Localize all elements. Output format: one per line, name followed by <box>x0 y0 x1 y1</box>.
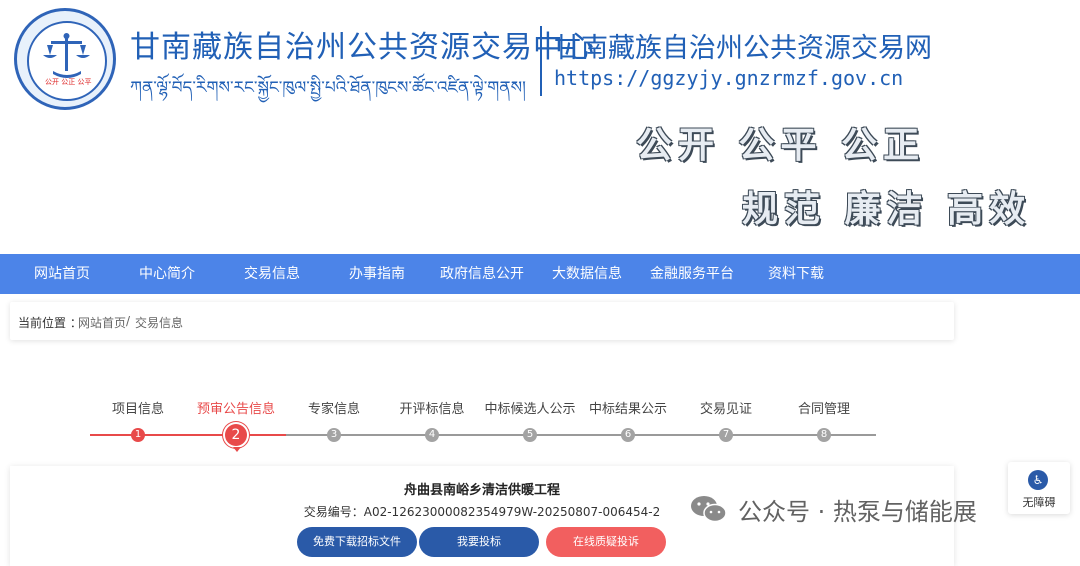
scales-icon <box>43 33 90 78</box>
title-divider <box>540 26 542 96</box>
slogan-line-2: 规范 廉洁 高效 <box>742 188 1032 230</box>
step-label-prequalification[interactable]: 预审公告信息 <box>197 398 275 417</box>
watermark-text: 公众号 · 热泵与储能展 <box>738 498 977 526</box>
step-label-project-info[interactable]: 项目信息 <box>112 398 164 417</box>
breadcrumb: 当前位置 ： 网站首页 / 交易信息 <box>10 302 954 340</box>
logo-motto: 公开 公正 公平 <box>45 78 92 86</box>
breadcrumb-prefix: 当前位置 ： <box>18 316 82 330</box>
step-label-bid-opening[interactable]: 开评标信息 <box>399 398 464 417</box>
step-marker-5[interactable]: 5 <box>523 428 537 442</box>
nav-item-guide[interactable]: 办事指南 <box>349 254 405 294</box>
nav-item-gov-info[interactable]: 政府信息公开 <box>440 254 524 294</box>
step-marker-8[interactable]: 8 <box>817 428 831 442</box>
step-label-witness[interactable]: 交易见证 <box>700 398 752 417</box>
bid-button[interactable]: 我要投标 <box>419 527 539 557</box>
step-label-contract[interactable]: 合同管理 <box>798 398 850 417</box>
step-label-candidates[interactable]: 中标候选人公示 <box>484 398 575 417</box>
site-header: 公开 公正 公平 甘南藏族自治州公共资源交易中心 ཀན་ལྷོ་བོད་རིགས… <box>0 0 1080 254</box>
accessibility-label: 无障碍 <box>1022 496 1056 509</box>
step-marker-3[interactable]: 3 <box>327 428 341 442</box>
step-marker-7[interactable]: 7 <box>719 428 733 442</box>
nav-item-downloads[interactable]: 资料下载 <box>768 254 824 294</box>
nav-item-about[interactable]: 中心简介 <box>139 254 195 294</box>
step-label-award-result[interactable]: 中标结果公示 <box>589 398 667 417</box>
center-title-tibetan: ཀན་ལྷོ་བོད་རིགས་རང་སྐྱོང་ཁུལ་སྤྱི་པའི་ཐོ… <box>130 78 526 98</box>
step-marker-2[interactable]: 2 <box>225 424 247 446</box>
site-name: 甘南藏族自治州公共资源交易网 <box>554 33 932 64</box>
step-marker-4[interactable]: 4 <box>425 428 439 442</box>
slogan-line-1: 公开 公平 公正 <box>636 124 926 166</box>
breadcrumb-home[interactable]: 网站首页 <box>78 314 126 331</box>
online-complaint-button[interactable]: 在线质疑投诉 <box>546 527 666 557</box>
center-title: 甘南藏族自治州公共资源交易中心 <box>130 30 595 65</box>
nav-item-finance[interactable]: 金融服务平台 <box>650 254 734 294</box>
site-url[interactable]: https://ggzyjy.gnzrmzf.gov.cn <box>554 66 903 90</box>
breadcrumb-current[interactable]: 交易信息 <box>135 314 183 331</box>
nav-item-home[interactable]: 网站首页 <box>34 254 90 294</box>
accessibility-button[interactable]: ♿ 无障碍 <box>1008 462 1070 514</box>
progress-line-done <box>90 434 286 436</box>
step-marker-1[interactable]: 1 <box>131 428 145 442</box>
nav-item-big-data[interactable]: 大数据信息 <box>552 254 622 294</box>
wheelchair-icon: ♿ <box>1028 470 1048 490</box>
nav-item-trading-info[interactable]: 交易信息 <box>244 254 300 294</box>
step-label-experts[interactable]: 专家信息 <box>308 398 360 417</box>
progress-line-pending <box>286 434 876 436</box>
center-logo[interactable]: 公开 公正 公平 <box>14 8 116 110</box>
main-nav: 网站首页 中心简介 交易信息 办事指南 政府信息公开 大数据信息 金融服务平台 … <box>0 254 1080 294</box>
step-marker-6[interactable]: 6 <box>621 428 635 442</box>
active-step-pointer <box>233 447 241 452</box>
wechat-icon <box>691 496 727 523</box>
breadcrumb-separator: / <box>126 314 131 328</box>
download-tender-button[interactable]: 免费下载招标文件 <box>297 527 417 557</box>
